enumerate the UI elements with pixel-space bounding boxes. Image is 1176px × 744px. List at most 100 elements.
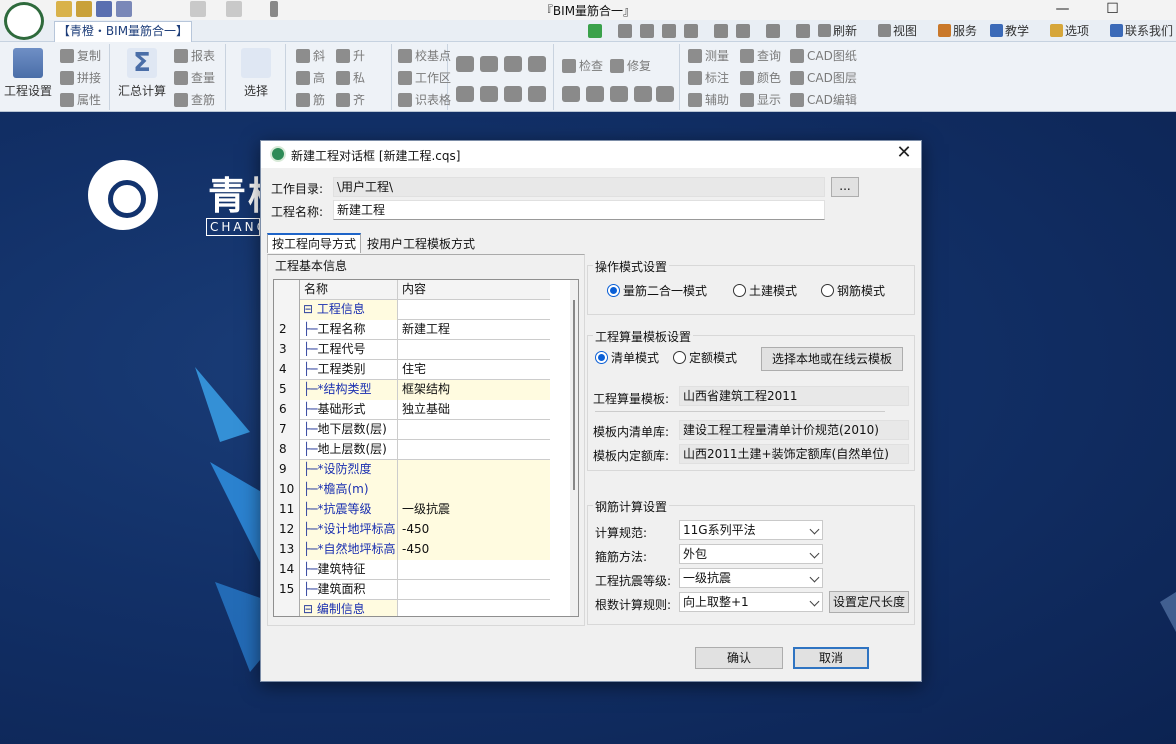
- draw-tool-icon[interactable]: [504, 86, 522, 102]
- select-template-button[interactable]: 选择本地或在线云模板: [761, 347, 903, 371]
- auxiliary-button[interactable]: 辅助: [688, 90, 729, 110]
- table-row[interactable]: 14 ├─建筑特征: [274, 560, 550, 580]
- grid-group-row[interactable]: ⊟ 编制信息: [274, 600, 550, 616]
- grid-group-row[interactable]: ⊟ 工程信息: [274, 300, 550, 320]
- row-value-cell[interactable]: [398, 420, 550, 440]
- row-value-cell[interactable]: [398, 440, 550, 460]
- slope-button[interactable]: 斜: [296, 46, 325, 66]
- row-value-cell[interactable]: 框架结构: [398, 380, 550, 400]
- tool-icon[interactable]: [640, 24, 654, 38]
- height-button[interactable]: 高: [296, 68, 325, 88]
- draw-tool-icon[interactable]: [480, 56, 498, 72]
- rotate-icon[interactable]: [586, 86, 604, 102]
- summary-calc-button[interactable]: Σ 汇总计算: [116, 46, 168, 99]
- table-row[interactable]: 6 ├─基础形式 独立基础: [274, 400, 550, 420]
- base-point-button[interactable]: 校基点: [398, 46, 451, 66]
- browse-button[interactable]: ...: [831, 177, 859, 197]
- maximize-button[interactable]: ☐: [1090, 0, 1135, 20]
- draw-tool-icon[interactable]: [504, 56, 522, 72]
- table-row[interactable]: 5 ├─*结构类型 框架结构: [274, 380, 550, 400]
- work-area-button[interactable]: 工作区: [398, 68, 451, 88]
- plugin-icon[interactable]: [588, 24, 602, 38]
- cad-edit-button[interactable]: CAD编辑: [790, 90, 857, 110]
- menu-teaching[interactable]: 教学: [990, 22, 1029, 40]
- cancel-button[interactable]: 取消: [793, 647, 869, 669]
- tool-icon[interactable]: [714, 24, 728, 38]
- annotate-button[interactable]: 标注: [688, 68, 729, 88]
- mode-civil-radio[interactable]: 土建模式: [733, 284, 797, 298]
- delete-icon[interactable]: [562, 86, 580, 102]
- recognize-table-button[interactable]: 识表格: [398, 90, 451, 110]
- row-value-cell[interactable]: 一级抗震: [398, 500, 550, 520]
- menu-refresh[interactable]: 刷新: [818, 22, 857, 40]
- draw-tool-icon[interactable]: [456, 86, 474, 102]
- tab-wizard[interactable]: 按工程向导方式: [267, 233, 362, 253]
- menu-contact[interactable]: 联系我们: [1110, 22, 1173, 40]
- raise-button[interactable]: 升: [336, 46, 365, 66]
- list-mode-radio[interactable]: 清单模式: [595, 351, 659, 365]
- minimize-button[interactable]: —: [1040, 0, 1085, 20]
- table-row[interactable]: 13 ├─*自然地坪标高 -450: [274, 540, 550, 560]
- row-value-cell[interactable]: [398, 340, 550, 360]
- row-value-cell[interactable]: 新建工程: [398, 320, 550, 340]
- fixed-length-button[interactable]: 设置定尺长度: [829, 591, 909, 613]
- close-icon[interactable]: ✕: [893, 143, 915, 165]
- collapse-toggle-icon[interactable]: ⊟: [303, 302, 317, 316]
- mirror-icon[interactable]: [610, 86, 628, 102]
- ok-button[interactable]: 确认: [695, 647, 783, 669]
- draw-tool-icon[interactable]: [528, 56, 546, 72]
- app-tab[interactable]: 【青橙・BIM量筋合一】: [54, 21, 192, 42]
- draw-tool-icon[interactable]: [456, 56, 474, 72]
- row-value-cell[interactable]: [398, 600, 550, 616]
- select-button[interactable]: 选择: [230, 46, 282, 99]
- row-value-cell[interactable]: [398, 480, 550, 500]
- table-row[interactable]: 9 ├─*设防烈度: [274, 460, 550, 480]
- view-quantity-button[interactable]: 查量: [174, 68, 215, 88]
- table-row[interactable]: 15 ├─建筑面积: [274, 580, 550, 600]
- table-row[interactable]: 3 ├─工程代号: [274, 340, 550, 360]
- calc-spec-select[interactable]: 11G系列平法: [679, 520, 823, 540]
- app-orb-icon[interactable]: [4, 2, 44, 40]
- mode-rebar-radio[interactable]: 钢筋模式: [821, 284, 885, 298]
- grid-scrollbar[interactable]: [570, 280, 578, 616]
- check-button[interactable]: 检查: [562, 56, 603, 76]
- project-settings-button[interactable]: 工程设置: [2, 46, 54, 99]
- measure-button[interactable]: 测量: [688, 46, 729, 66]
- stirrup-select[interactable]: 外包: [679, 544, 823, 564]
- row-value-cell[interactable]: [398, 300, 550, 320]
- row-value-cell[interactable]: [398, 560, 550, 580]
- move-icon[interactable]: [634, 86, 652, 102]
- tool-icon[interactable]: [662, 24, 676, 38]
- properties-button[interactable]: 属性: [60, 90, 101, 110]
- collapse-toggle-icon[interactable]: ⊟: [303, 602, 317, 616]
- menu-service[interactable]: 服务: [938, 22, 977, 40]
- tool-icon[interactable]: [736, 24, 750, 38]
- table-row[interactable]: 11 ├─*抗震等级 一级抗震: [274, 500, 550, 520]
- cad-drawing-button[interactable]: CAD图纸: [790, 46, 857, 66]
- project-name-input[interactable]: 新建工程: [333, 200, 825, 220]
- rebar-edit-button[interactable]: 筋: [296, 90, 325, 110]
- cad-layer-button[interactable]: CAD图层: [790, 68, 857, 88]
- draw-tool-icon[interactable]: [480, 86, 498, 102]
- table-row[interactable]: 12 ├─*设计地坪标高 -450: [274, 520, 550, 540]
- table-row[interactable]: 7 ├─地下层数(层): [274, 420, 550, 440]
- menu-options[interactable]: 选项: [1050, 22, 1089, 40]
- table-row[interactable]: 8 ├─地上层数(层): [274, 440, 550, 460]
- work-dir-field[interactable]: \用户工程\: [333, 177, 825, 197]
- view-rebar-button[interactable]: 查筋: [174, 90, 215, 110]
- row-value-cell[interactable]: -450: [398, 540, 550, 560]
- table-row[interactable]: 4 ├─工程类别 住宅: [274, 360, 550, 380]
- count-rule-select[interactable]: 向上取整+1: [679, 592, 823, 612]
- repair-button[interactable]: 修复: [610, 56, 651, 76]
- display-button[interactable]: 显示: [740, 90, 781, 110]
- draw-tool-icon[interactable]: [528, 86, 546, 102]
- tab-user-template[interactable]: 按用户工程模板方式: [363, 235, 479, 255]
- private-button[interactable]: 私: [336, 68, 365, 88]
- mode-combined-radio[interactable]: 量筋二合一模式: [607, 284, 707, 298]
- seismic-select[interactable]: 一级抗震: [679, 568, 823, 588]
- table-row[interactable]: 2 ├─工程名称 新建工程: [274, 320, 550, 340]
- copy-button[interactable]: 复制: [60, 46, 101, 66]
- color-button[interactable]: 颜色: [740, 68, 781, 88]
- quota-mode-radio[interactable]: 定额模式: [673, 351, 737, 365]
- row-value-cell[interactable]: [398, 460, 550, 480]
